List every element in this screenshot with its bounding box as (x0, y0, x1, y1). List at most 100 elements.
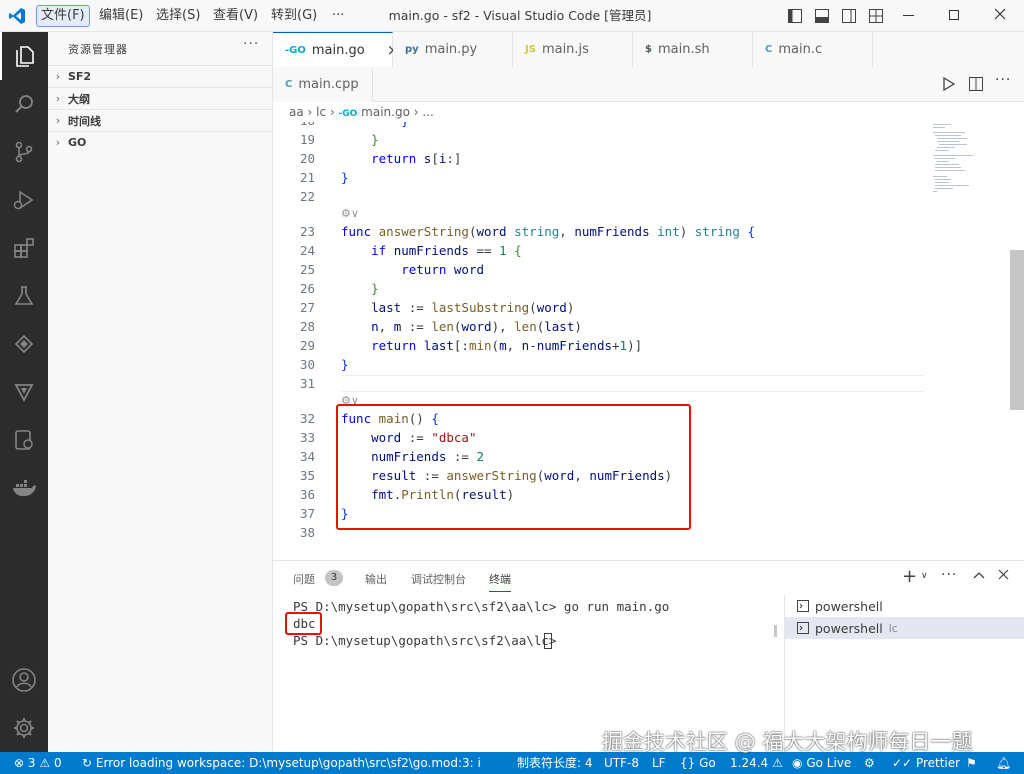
main-function-highlight-box (336, 404, 691, 530)
problems-status[interactable]: ⊗ 3 ⚠ 0 (14, 752, 62, 774)
menu-view[interactable]: 查看(V) (209, 5, 262, 27)
error-icon: ⊗ (14, 756, 25, 770)
sidebar-title: 资源管理器 (68, 43, 128, 56)
docker-icon[interactable] (0, 464, 48, 512)
tab-label: main.js (541, 42, 589, 57)
toggle-primary-sidebar-icon[interactable] (788, 9, 802, 23)
sidebar-more-icon[interactable]: ··· (243, 36, 259, 52)
window-title: main.go - sf2 - Visual Studio Code [管理员] (388, 8, 652, 23)
search-icon[interactable] (0, 80, 48, 128)
code-editor[interactable]: 18 } 19 } 20 return s[i:] 21 } 22 ⚙∨ 23 … (273, 122, 1024, 560)
editor-more-actions-icon[interactable]: ··· (995, 72, 1011, 88)
title-bar: 文件(F) 编辑(E) 选择(S) 查看(V) 转到(G) ··· main.g… (0, 0, 1024, 32)
chevron-down-icon[interactable]: ∨ (921, 571, 928, 581)
breadcrumb-symbols[interactable]: ... (422, 105, 433, 119)
tab-main-sh[interactable]: $ main.sh (633, 32, 753, 67)
chevron-right-icon: › (55, 92, 61, 105)
editor-scrollbar-thumb[interactable] (1010, 250, 1024, 410)
tab-label: main.c (778, 42, 823, 57)
close-panel-icon[interactable] (998, 569, 1009, 580)
terminal-scrollbar[interactable] (774, 625, 777, 637)
vscode-logo-icon[interactable] (8, 7, 26, 25)
terminal-item[interactable]: powershell lc (785, 617, 1024, 639)
maximize-panel-icon[interactable] (973, 570, 985, 580)
split-editor-icon[interactable] (969, 77, 983, 91)
shell-file-icon: $ (645, 44, 652, 55)
section-go[interactable]: › GO (48, 131, 273, 153)
javascript-file-icon: JS (525, 44, 536, 55)
extensions-icon[interactable] (0, 224, 48, 272)
line-number: 37 (299, 506, 315, 521)
section-sf2[interactable]: › SF2 (48, 65, 273, 87)
activity-bar (0, 32, 48, 752)
workspace-error-status[interactable]: ↻ Error loading workspace: D:\mysetup\go… (82, 752, 482, 774)
watermark: 掘金技术社区 @ 福大大架构师每日一题 (602, 730, 973, 754)
sync-icon: ↻ (82, 756, 93, 770)
maximize-icon[interactable] (949, 10, 959, 20)
explorer-icon[interactable] (0, 32, 48, 80)
line-number: 19 (299, 132, 315, 147)
menu-more[interactable]: ··· (328, 5, 348, 27)
menu-file[interactable]: 文件(F) (36, 5, 90, 27)
breadcrumb-lc[interactable]: lc (316, 105, 326, 119)
tab-problems[interactable]: 问题 (293, 571, 315, 587)
chevron-right-icon: › (55, 70, 61, 83)
customize-layout-icon[interactable] (869, 9, 883, 23)
line-number: 26 (299, 281, 315, 296)
double-check-icon: ✓✓ (892, 756, 913, 770)
terminal-line[interactable]: PS D:\mysetup\gopath\src\sf2\aa\lc> (293, 632, 564, 649)
current-line-highlight (341, 375, 925, 392)
code-line: } (341, 357, 349, 372)
notifications-bell-icon[interactable]: 🔔︎ (996, 752, 1011, 774)
codelens-run-icon[interactable]: ⚙∨ (341, 205, 359, 222)
panel-more-icon[interactable]: ··· (941, 567, 957, 583)
code-line: } (341, 132, 379, 147)
go-file-icon: -GO (338, 109, 358, 119)
braces-icon: {} (680, 756, 696, 770)
testing-flask-icon[interactable] (0, 272, 48, 320)
line-number: 23 (299, 224, 315, 239)
remote-extension-icon[interactable] (0, 320, 48, 368)
new-terminal-plus-icon[interactable]: + (902, 567, 917, 587)
tab-main-cpp[interactable]: C main.cpp (273, 67, 373, 102)
breadcrumb-main-go[interactable]: main.go (361, 105, 410, 119)
tab-main-c[interactable]: C main.c (753, 32, 873, 67)
menu-go[interactable]: 转到(G) (267, 5, 321, 27)
section-outline[interactable]: › 大纲 (48, 87, 273, 109)
c-file-icon: C (765, 44, 773, 55)
line-number: 34 (299, 449, 315, 464)
account-icon[interactable] (0, 656, 48, 704)
triangle-extension-icon[interactable] (0, 368, 48, 416)
line-number: 33 (299, 430, 315, 445)
line-number: 32 (299, 411, 315, 426)
tab-debug-console[interactable]: 调试控制台 (411, 571, 466, 587)
tab-main-go[interactable]: -GO main.go × (273, 32, 399, 67)
source-control-icon[interactable] (0, 128, 48, 176)
warning-icon: ⚠ (772, 756, 783, 770)
toggle-secondary-sidebar-icon[interactable] (842, 9, 856, 23)
code-line: last := lastSubstring(word) (371, 300, 575, 315)
tab-output[interactable]: 输出 (365, 571, 387, 587)
section-timeline[interactable]: › 时间线 (48, 109, 273, 131)
terminal-item[interactable]: powershell (785, 595, 1024, 617)
terminal-icon (797, 600, 809, 612)
line-number: 18 (273, 122, 315, 130)
toggle-panel-icon[interactable] (815, 9, 829, 23)
tab-main-py[interactable]: py main.py (393, 32, 513, 67)
minimize-icon[interactable] (903, 15, 914, 16)
code-line: func answerString(word string, numFriend… (341, 224, 755, 239)
manage-gear-icon[interactable] (0, 704, 48, 752)
close-window-icon[interactable] (993, 7, 1007, 21)
tab-size-status[interactable]: 制表符长度: 4 (517, 752, 593, 774)
remote-explorer-icon[interactable] (0, 416, 48, 464)
minimap[interactable] (925, 122, 1010, 202)
menu-edit[interactable]: 编辑(E) (95, 5, 147, 27)
breadcrumb-separator-icon: › (329, 105, 339, 119)
run-code-icon[interactable] (943, 77, 955, 91)
breadcrumb-aa[interactable]: aa (289, 105, 304, 119)
tab-terminal[interactable]: 终端 (489, 571, 511, 592)
menu-selection[interactable]: 选择(S) (152, 5, 204, 27)
problems-count-badge: 3 (325, 570, 343, 586)
tab-main-js[interactable]: JS main.js (513, 32, 633, 67)
run-debug-icon[interactable] (0, 176, 48, 224)
